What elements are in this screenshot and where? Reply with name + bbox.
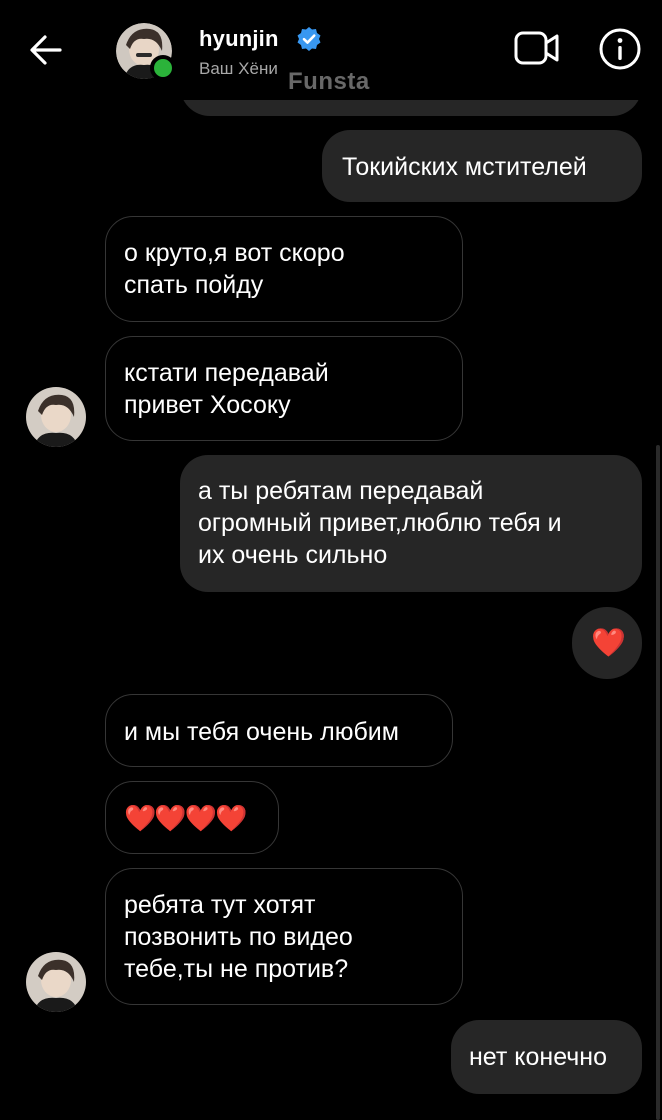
message-outgoing[interactable]: нет конечно [451,1020,642,1094]
avatar-photo [26,952,86,1012]
chat-subtitle: Ваш Хёни [199,59,278,78]
online-status-dot [150,55,176,81]
scrollbar[interactable] [656,445,660,1120]
message-incoming[interactable]: ребята тут хотят позвонить по видео тебе… [105,868,463,1005]
video-call-button[interactable] [513,28,561,68]
arrow-left-icon [30,35,62,65]
hearts-emoji: ❤️❤️❤️❤️ [124,803,247,833]
sender-avatar[interactable] [26,387,86,447]
verified-badge-icon [297,27,321,51]
message-incoming[interactable]: о круто,я вот скоро спать пойду [105,216,463,322]
chat-username[interactable]: hyunjin [199,26,279,52]
info-icon [599,28,641,70]
avatar-photo [26,387,86,447]
message-outgoing[interactable]: Токийских мстителей [322,130,642,202]
video-call-icon [514,31,559,65]
message-incoming[interactable]: и мы тебя очень любим [105,694,453,767]
chat-header: hyunjin Ваш Хёни Funsta [0,0,662,100]
sender-avatar[interactable] [26,952,86,1012]
message-incoming[interactable]: ❤️❤️❤️❤️ [105,781,279,854]
back-button[interactable] [26,30,66,70]
header-avatar[interactable] [116,23,176,81]
reaction-heart-bubble[interactable]: ❤️ [572,607,642,679]
watermark: Funsta [288,68,370,95]
heart-emoji: ❤️ [591,627,626,658]
info-button[interactable] [598,27,642,71]
message-incoming[interactable]: кстати передавай привет Хосоку [105,336,463,441]
message-outgoing[interactable]: а ты ребятам передавай огромный привет,л… [180,455,642,592]
